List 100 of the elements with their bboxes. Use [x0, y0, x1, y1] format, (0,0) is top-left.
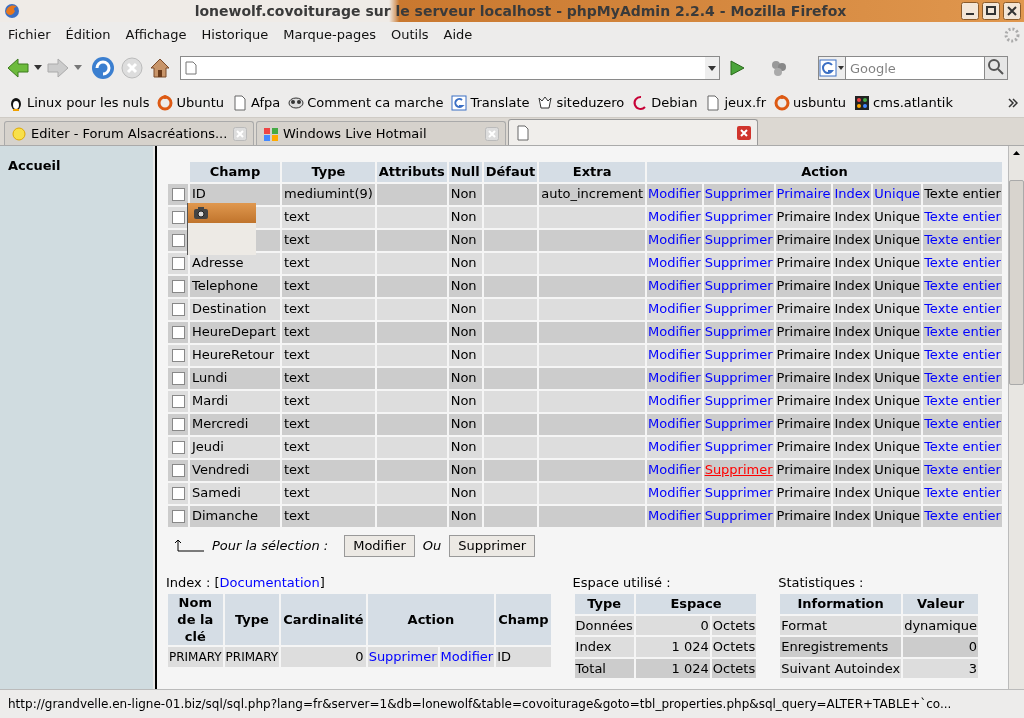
checkbox[interactable]	[171, 234, 185, 248]
table-cell: Primaire	[776, 462, 831, 478]
table-cell: Index	[834, 462, 871, 478]
table-cell: text	[282, 206, 375, 228]
table-cell: Texte entier	[924, 186, 1001, 202]
section-title: Statistiques :	[778, 573, 865, 592]
table-cell: Vendredi	[190, 459, 280, 481]
table-cell: Primaire	[776, 232, 831, 248]
tab[interactable]: Windows Live Hotmail	[256, 121, 506, 145]
minimize-icon[interactable]	[961, 2, 979, 20]
table-cell: Index	[834, 485, 871, 501]
table-cell: auto_increment	[539, 183, 646, 205]
table-cell: Index	[834, 393, 871, 409]
checkbox[interactable]	[171, 211, 185, 225]
modify-button[interactable]: Modifier	[344, 534, 415, 557]
checkbox[interactable]	[171, 349, 185, 363]
page-icon	[515, 124, 531, 141]
checkbox[interactable]	[171, 510, 185, 524]
table-cell: dynamique	[903, 615, 979, 635]
caret-icon[interactable]	[34, 65, 42, 71]
bookmark[interactable]: siteduzero	[537, 92, 625, 113]
menu-item[interactable]: Édition	[65, 25, 111, 45]
table-cell: text	[282, 413, 375, 435]
address-field[interactable]	[180, 56, 720, 80]
close-icon[interactable]	[1003, 2, 1021, 20]
checkbox[interactable]	[171, 464, 185, 478]
status-text: http://grandvelle.en-ligne-01.biz/sql/sql.php?lang=fr&server=1&db=lonewolf&table=covoiturage&goto=tbl_properties.php&sql_query=ALTER+TABLE+`co...	[8, 696, 952, 713]
scrollbar[interactable]	[1008, 146, 1024, 689]
table-cell: Non	[448, 275, 482, 297]
maximize-icon[interactable]	[982, 2, 1000, 20]
table-cell: Non	[448, 321, 482, 343]
column-header: Attributs	[376, 162, 447, 182]
chevron-icon[interactable]	[1008, 97, 1018, 108]
table-cell: Index	[834, 439, 871, 455]
table-cell: Suivant Autoindex	[780, 658, 902, 678]
checkbox[interactable]	[171, 326, 185, 340]
checkbox[interactable]	[171, 280, 185, 294]
face-mask-icon	[288, 94, 305, 111]
search-engine-icon[interactable]	[818, 56, 846, 80]
reload-icon[interactable]	[90, 55, 116, 81]
table-cell: PRIMARY	[168, 647, 223, 667]
table-cell: Unique	[874, 324, 921, 340]
menu-item[interactable]: Aide	[443, 25, 473, 45]
checkbox[interactable]	[171, 303, 185, 317]
home-icon[interactable]	[148, 56, 172, 80]
bookmark[interactable]: jeux.fr	[705, 92, 766, 113]
bookmark[interactable]: Afpa	[232, 92, 281, 113]
table-cell: Primaire	[776, 370, 831, 386]
documentation-link[interactable]: Documentation	[219, 574, 320, 590]
square-icon	[854, 94, 871, 111]
checkbox[interactable]	[171, 441, 185, 455]
table-cell: Non	[448, 298, 482, 320]
go-icon[interactable]	[728, 59, 746, 77]
checkbox[interactable]	[171, 257, 185, 271]
column-header: Nom de la clé	[168, 594, 223, 645]
menu-item[interactable]: Affichage	[125, 25, 187, 45]
windows-icon	[263, 125, 279, 142]
table-cell: Unique	[874, 301, 921, 317]
table-cell: Lundi	[190, 367, 280, 389]
bookmark[interactable]: Comment ca marche	[288, 92, 444, 113]
tab[interactable]	[508, 119, 758, 145]
dropdown-icon[interactable]	[705, 57, 719, 79]
tab[interactable]: Editer - Forum Alsacréations...	[4, 121, 254, 145]
delete-button[interactable]: Supprimer	[449, 534, 536, 557]
checkbox[interactable]	[171, 487, 185, 501]
return-arrow-icon	[174, 538, 204, 553]
bookmark[interactable]: Ubuntu	[157, 92, 225, 113]
menu-item[interactable]: Outils	[390, 25, 429, 45]
bracket-label: ]	[319, 574, 325, 590]
extension-icon[interactable]	[770, 59, 788, 77]
table-cell: Unique	[874, 508, 921, 524]
checkbox[interactable]	[171, 395, 185, 409]
menu-item[interactable]: Fichier	[8, 25, 51, 45]
bookmark[interactable]: cms.atlantik	[854, 92, 953, 113]
close-icon[interactable]	[737, 125, 751, 140]
table-cell: Unique	[874, 278, 921, 294]
home-link[interactable]: Accueil	[8, 156, 153, 176]
table-cell: Primaire	[776, 278, 831, 294]
checkbox[interactable]	[171, 372, 185, 386]
table-cell: Non	[448, 183, 482, 205]
page-icon	[185, 61, 197, 75]
table-cell: text	[282, 482, 375, 504]
search-icon[interactable]	[984, 56, 1008, 80]
checkbox[interactable]	[171, 188, 185, 202]
table-cell: text	[282, 367, 375, 389]
selection-label: Pour la sélection :	[212, 536, 329, 555]
bookmark[interactable]: Translate	[451, 92, 530, 113]
search-field[interactable]: Google	[846, 56, 984, 80]
table-cell: Unique	[874, 232, 921, 248]
bookmark[interactable]: usbuntu	[774, 92, 847, 113]
menu-item[interactable]: Marque-pages	[283, 25, 376, 45]
bookmark[interactable]: Debian	[632, 92, 698, 113]
table-cell: Non	[448, 229, 482, 251]
table-cell: Non	[448, 206, 482, 228]
table-cell: Primaire	[776, 347, 831, 363]
bookmark[interactable]: Linux pour les nuls	[8, 92, 150, 113]
menu-item[interactable]: Historique	[201, 25, 269, 45]
table-cell: Mardi	[190, 390, 280, 412]
checkbox[interactable]	[171, 418, 185, 432]
table-cell: Unique	[874, 393, 921, 409]
